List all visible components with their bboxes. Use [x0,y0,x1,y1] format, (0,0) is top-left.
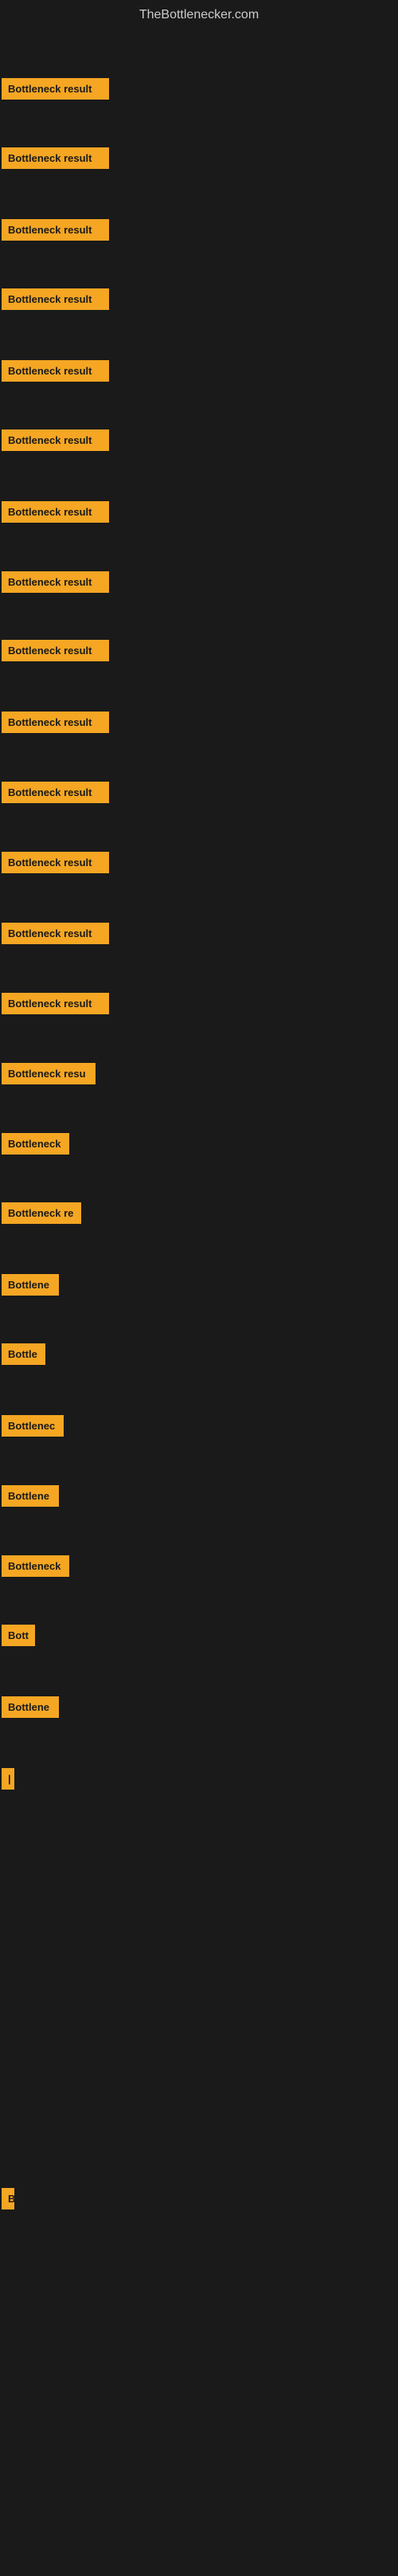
bottleneck-row-5: Bottleneck result [0,354,398,387]
bottleneck-row-23: Bott [0,1618,398,1652]
bottleneck-row-13: Bottleneck result [0,916,398,950]
bottleneck-row-6: Bottleneck result [0,423,398,457]
bottleneck-result-badge[interactable]: Bottleneck result [2,147,109,169]
bottleneck-row-21: Bottlene [0,1479,398,1512]
bottleneck-result-badge[interactable]: Bottleneck result [2,782,109,803]
bottleneck-row-20: Bottlenec [0,1409,398,1442]
bottleneck-result-badge[interactable]: B [2,2188,14,2209]
bottleneck-result-badge[interactable]: Bottleneck resu [2,1063,96,1084]
bottleneck-row-18: Bottlene [0,1268,398,1301]
bottleneck-row-3: Bottleneck result [0,213,398,246]
bottleneck-result-badge[interactable]: Bottlene [2,1274,59,1296]
bottleneck-result-badge[interactable]: Bottleneck result [2,78,109,100]
bottleneck-row-19: Bottle [0,1337,398,1370]
bottleneck-row-25: | [0,1762,398,1795]
bottleneck-result-badge[interactable]: Bottleneck result [2,712,109,733]
bottleneck-row-2: Bottleneck result [0,141,398,174]
bottleneck-result-badge[interactable]: Bottleneck result [2,923,109,944]
bottleneck-result-badge[interactable]: Bottleneck result [2,429,109,451]
bottleneck-row-14: Bottleneck result [0,986,398,1020]
bottleneck-result-badge[interactable]: Bottleneck [2,1133,69,1155]
bottleneck-row-22: Bottleneck [0,1549,398,1582]
bottleneck-result-badge[interactable]: Bottleneck result [2,360,109,382]
bottleneck-row-26: B [0,2182,398,2215]
bottleneck-row-12: Bottleneck result [0,845,398,879]
bottleneck-row-9: Bottleneck result [0,633,398,667]
bottleneck-result-badge[interactable]: Bottle [2,1343,45,1365]
bottleneck-row-8: Bottleneck result [0,565,398,598]
page-wrapper: TheBottlenecker.com Bottleneck resultBot… [0,0,398,2576]
bottleneck-row-4: Bottleneck result [0,282,398,316]
bottleneck-row-11: Bottleneck result [0,775,398,809]
bottleneck-row-7: Bottleneck result [0,495,398,528]
bottleneck-row-17: Bottleneck re [0,1196,398,1229]
bottleneck-result-badge[interactable]: Bottleneck result [2,640,109,661]
bottleneck-result-badge[interactable]: Bottleneck result [2,571,109,593]
bottleneck-result-badge[interactable]: Bottlene [2,1485,59,1507]
bottleneck-result-badge[interactable]: Bottleneck result [2,501,109,523]
bottleneck-row-16: Bottleneck [0,1127,398,1160]
bottleneck-result-badge[interactable]: Bottleneck result [2,219,109,241]
items-container: Bottleneck result Bottleneck result Bottle… [0,26,398,2576]
bottleneck-result-badge[interactable]: Bottleneck [2,1555,69,1577]
bottleneck-result-badge[interactable]: | [2,1768,14,1790]
bottleneck-result-badge[interactable]: Bottlene [2,1696,59,1718]
bottleneck-result-badge[interactable]: Bottlenec [2,1415,64,1437]
bottleneck-result-badge[interactable]: Bottleneck result [2,852,109,873]
bottleneck-result-badge[interactable]: Bottleneck re [2,1202,81,1224]
bottleneck-row-15: Bottleneck resu [0,1057,398,1090]
bottleneck-result-badge[interactable]: Bottleneck result [2,993,109,1014]
bottleneck-row-1: Bottleneck result [0,72,398,105]
bottleneck-result-badge[interactable]: Bottleneck result [2,288,109,310]
bottleneck-row-10: Bottleneck result [0,705,398,739]
site-title: TheBottlenecker.com [0,0,398,26]
bottleneck-row-24: Bottlene [0,1690,398,1723]
bottleneck-result-badge[interactable]: Bott [2,1625,35,1646]
